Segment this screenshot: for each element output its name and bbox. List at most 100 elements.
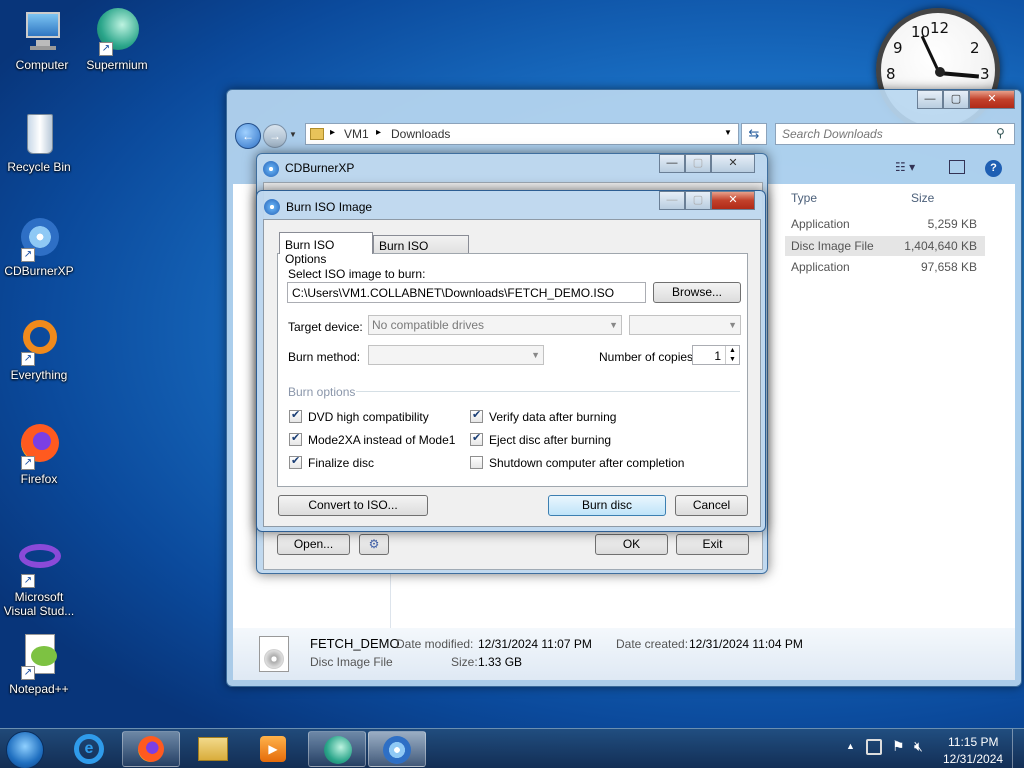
desktop-icon-recycle-bin[interactable]: Recycle Bin [0, 110, 81, 174]
burn-iso-app-icon [264, 199, 280, 215]
clock-numeral: 12 [930, 19, 950, 37]
shutdown-computer-checkbox[interactable] [470, 456, 483, 469]
open-button[interactable]: Open... [277, 534, 350, 555]
shortcut-arrow-icon: ↗ [21, 666, 35, 680]
dialog-title: Burn ISO Image [286, 200, 373, 214]
visual-studio-icon: ↗ [15, 540, 63, 588]
desktop-icon-label: Everything [10, 368, 68, 382]
eject-disc-checkbox[interactable] [470, 431, 483, 446]
ok-button[interactable]: OK [595, 534, 668, 555]
tab-burn-iso-progress[interactable]: Burn ISO Progress [373, 235, 469, 267]
search-icon: ⚲ [996, 126, 1005, 140]
clock-numeral: 3 [980, 65, 990, 83]
volume-muted-icon[interactable]: 🔇︎ [914, 738, 923, 755]
settings-gear-button[interactable]: ⚙ [359, 534, 389, 555]
details-pane: FETCH_DEMO Disc Image File Date modified… [233, 628, 1015, 680]
close-button[interactable]: ✕ [711, 191, 755, 210]
desktop-icon-cdburnerxp[interactable]: ↗ CDBurnerXP [0, 214, 81, 278]
firefox-icon: ↗ [15, 422, 63, 470]
iso-path-field[interactable]: C:\Users\VM1.COLLABNET\Downloads\FETCH_D… [287, 282, 646, 303]
cdburnerxp-app-icon [263, 161, 279, 177]
file-explorer-icon[interactable] [198, 737, 228, 761]
clock-numeral: 9 [893, 39, 903, 57]
history-dropdown-icon[interactable]: ▼ [289, 130, 297, 139]
spin-up-icon[interactable]: ▲ [725, 346, 739, 355]
desktop-icon-label: Supermium [86, 58, 148, 72]
window-title: CDBurnerXP [285, 161, 355, 175]
taskbar-supermium[interactable] [308, 731, 366, 767]
browse-button[interactable]: Browse... [653, 282, 741, 303]
computer-icon [18, 8, 66, 56]
verify-data-checkbox[interactable] [470, 408, 483, 423]
search-input[interactable]: Search Downloads ⚲ [775, 123, 1015, 145]
spin-down-icon[interactable]: ▼ [725, 355, 739, 364]
chevron-down-icon: ▼ [531, 350, 540, 360]
disc-image-icon [259, 636, 289, 672]
refresh-button[interactable]: ⇆ [741, 123, 767, 145]
burn-iso-dialog[interactable]: Burn ISO Image — ▢ ✕ Burn ISO Options Bu… [256, 190, 766, 532]
mode2xa-checkbox[interactable] [289, 431, 302, 446]
dvd-compatibility-checkbox[interactable] [289, 408, 302, 423]
clock-date[interactable]: 12/31/2024 [943, 752, 1003, 766]
help-icon[interactable]: ? [985, 160, 1002, 177]
back-button[interactable]: ← [235, 123, 261, 149]
burn-disc-button[interactable]: Burn disc [548, 495, 666, 516]
burn-options-panel: Select ISO image to burn: C:\Users\VM1.C… [277, 253, 748, 487]
desktop-icon-label: Notepad++ [9, 682, 69, 696]
column-header-type[interactable]: Type [791, 191, 817, 205]
desktop-icon-everything[interactable]: ↗ Everything [0, 318, 81, 382]
cancel-button[interactable]: Cancel [675, 495, 748, 516]
table-row[interactable]: Application 5,259 KB [785, 214, 985, 234]
desktop-icon-firefox[interactable]: ↗ Firefox [0, 422, 81, 486]
show-hidden-icons-icon[interactable]: ▲ [846, 741, 855, 751]
minimize-button[interactable]: — [659, 191, 685, 210]
forward-button[interactable]: → [263, 124, 287, 148]
network-icon[interactable] [866, 739, 882, 755]
start-button[interactable] [6, 731, 44, 768]
shortcut-arrow-icon: ↗ [21, 574, 35, 588]
exit-button[interactable]: Exit [676, 534, 749, 555]
preview-pane-icon[interactable] [949, 160, 965, 174]
clock-numeral: 8 [886, 65, 896, 83]
write-speed-select[interactable]: ▼ [629, 315, 741, 335]
maximize-button[interactable]: ▢ [685, 191, 711, 210]
chevron-down-icon: ▼ [609, 320, 618, 330]
desktop-icon-notepad-plus-plus[interactable]: ↗ Notepad++ [0, 632, 81, 696]
desktop-icon-visual-studio[interactable]: ↗ Microsoft Visual Stud... [0, 540, 81, 618]
chevron-down-icon[interactable]: ▼ [724, 128, 732, 137]
supermium-icon [324, 736, 352, 764]
convert-to-iso-button[interactable]: Convert to ISO... [278, 495, 428, 516]
taskbar-cdburnerxp[interactable] [368, 731, 426, 767]
shortcut-arrow-icon: ↗ [99, 42, 113, 56]
internet-explorer-icon[interactable]: e [74, 734, 104, 764]
target-device-select[interactable]: No compatible drives ▼ [368, 315, 622, 335]
address-bar[interactable]: ▸ VM1 ▸ Downloads ▼ [305, 123, 739, 145]
table-row[interactable]: Disc Image File 1,404,640 KB [785, 236, 985, 256]
media-player-icon[interactable]: ▶ [260, 736, 286, 762]
desktop-icon-computer[interactable]: Computer [0, 8, 84, 72]
maximize-button[interactable]: ▢ [685, 154, 711, 173]
table-row[interactable]: Application 97,658 KB [785, 257, 985, 277]
clock-time[interactable]: 11:15 PM [948, 735, 998, 749]
maximize-button[interactable]: ▢ [943, 90, 969, 109]
breadcrumb-item[interactable]: VM1 [344, 127, 369, 141]
minimize-button[interactable]: — [659, 154, 685, 173]
everything-icon: ↗ [15, 318, 63, 366]
breadcrumb-item[interactable]: Downloads [391, 127, 450, 141]
copies-stepper[interactable]: 1 ▲ ▼ [692, 345, 740, 365]
burn-method-select[interactable]: ▼ [368, 345, 544, 365]
desktop-icon-label: CDBurnerXP [4, 264, 74, 278]
close-button[interactable]: ✕ [711, 154, 755, 173]
tab-burn-iso-options[interactable]: Burn ISO Options [279, 232, 373, 266]
minimize-button[interactable]: — [917, 90, 943, 109]
show-desktop-button[interactable] [1012, 729, 1024, 768]
close-button[interactable]: ✕ [969, 90, 1015, 109]
column-header-size[interactable]: Size [911, 191, 934, 205]
action-center-flag-icon[interactable]: ⚑ [892, 738, 905, 755]
view-options-icon[interactable]: ☷ ▾ [895, 160, 915, 174]
taskbar-firefox[interactable] [122, 731, 180, 767]
finalize-disc-checkbox[interactable] [289, 454, 302, 469]
clock-numeral: 2 [970, 39, 980, 57]
desktop-icon-label: Microsoft Visual Stud... [3, 590, 75, 618]
desktop-icon-supermium[interactable]: ↗ Supermium [75, 8, 159, 72]
